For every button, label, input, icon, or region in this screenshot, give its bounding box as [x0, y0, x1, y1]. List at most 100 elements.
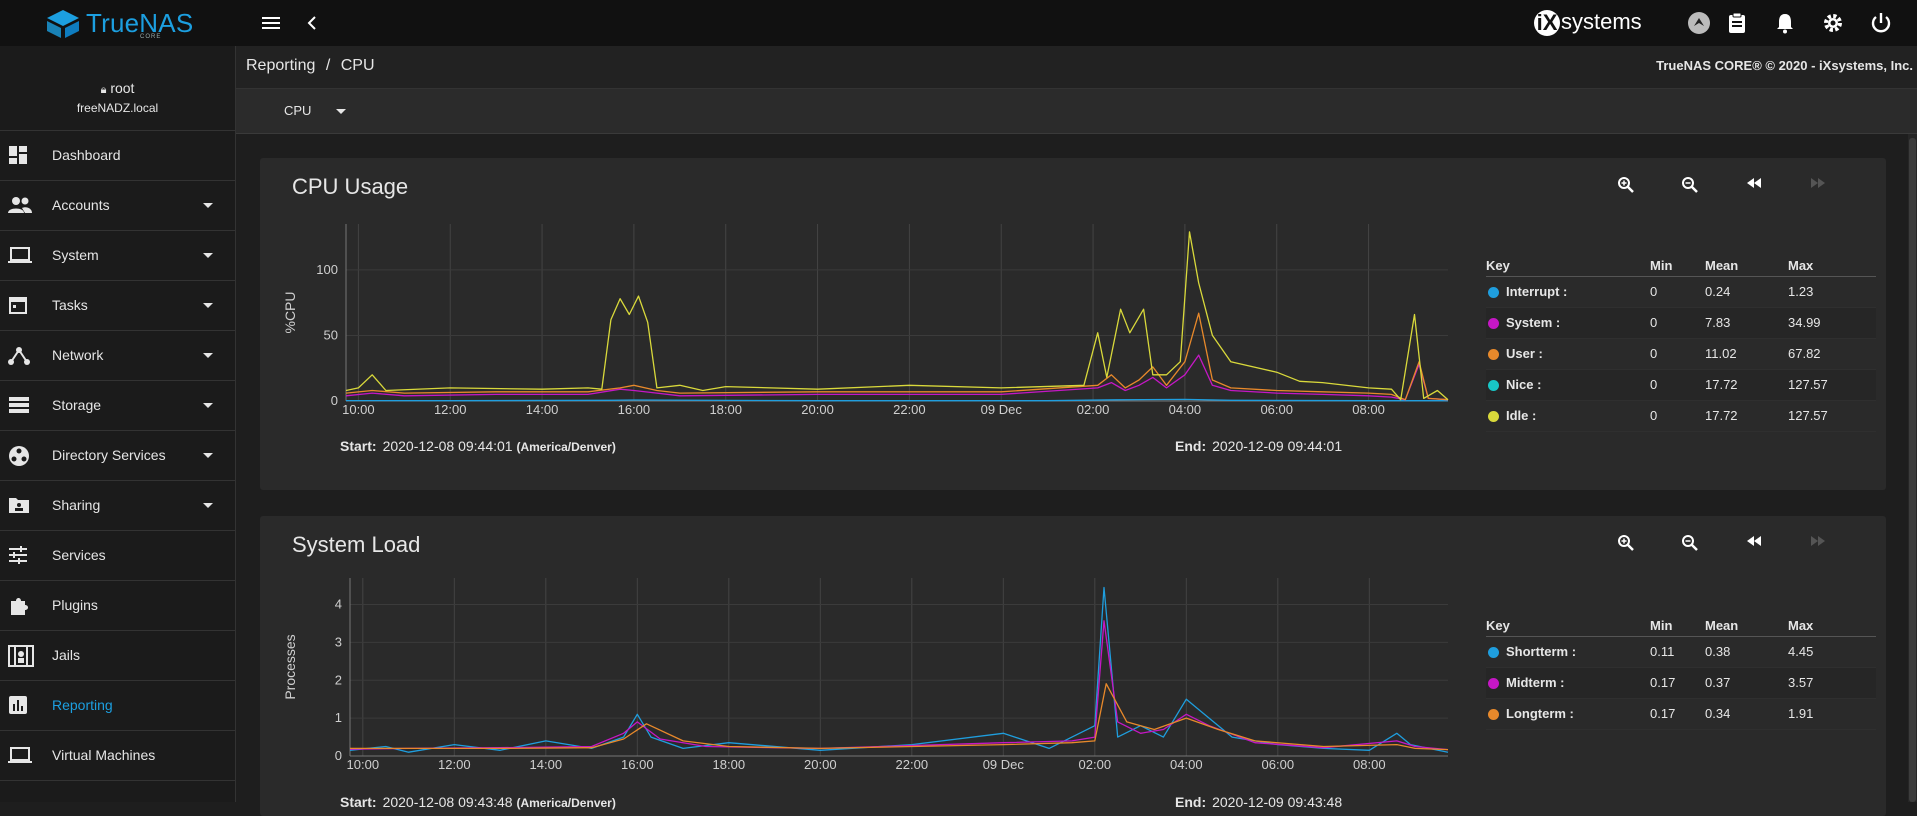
clipboard-icon: [1729, 12, 1745, 33]
legend-row[interactable]: Nice : 0 17.72 127.57: [1486, 370, 1876, 401]
sidebar-item-jails[interactable]: Jails: [0, 631, 235, 681]
series-line-shortterm: [349, 586, 1449, 753]
legend-row[interactable]: Midterm : 0.17 0.37 3.57: [1486, 668, 1876, 699]
zoom-out-button[interactable]: [1681, 176, 1707, 200]
settings-button[interactable]: [1820, 10, 1846, 36]
legend-header-mean: Mean: [1705, 618, 1739, 633]
legend-row[interactable]: Longterm : 0.17 0.34 1.91: [1486, 699, 1876, 730]
power-icon: [1871, 13, 1891, 33]
puzzle-icon: [8, 595, 30, 617]
legend-row[interactable]: User : 0 11.02 67.82: [1486, 339, 1876, 370]
legend-series-name: User :: [1506, 346, 1543, 361]
breadcrumb-parent[interactable]: Reporting: [246, 57, 315, 74]
step-forward-button[interactable]: [1809, 534, 1835, 558]
collapse-sidebar-button[interactable]: [299, 10, 325, 36]
sidebar-item-dashboard[interactable]: Dashboard: [0, 131, 235, 181]
start-value: 2020-12-08 09:43:48: [382, 794, 513, 810]
x-tick-label: 08:00: [1352, 402, 1385, 417]
sidebar-item-reporting[interactable]: Reporting: [0, 681, 235, 731]
breadcrumb-bar: Reporting / CPU TrueNAS CORE® © 2020 - i…: [236, 46, 1917, 89]
page-scrollbar[interactable]: [1908, 134, 1917, 802]
chevron-down-icon[interactable]: [203, 403, 213, 408]
x-tick-label: 12:00: [438, 757, 471, 772]
truecommand-button[interactable]: [1686, 10, 1712, 36]
sidebar-item-network[interactable]: Network: [0, 331, 235, 381]
sidebar-item-storage[interactable]: Storage: [0, 381, 235, 431]
legend-row[interactable]: Shortterm : 0.11 0.38 4.45: [1486, 637, 1876, 668]
x-tick-label: 18:00: [713, 757, 746, 772]
truenas-logo[interactable]: TrueNAS CORE: [44, 6, 194, 42]
scroll-thumb[interactable]: [1909, 138, 1916, 802]
end-value: 2020-12-09 09:44:01: [1212, 438, 1343, 454]
chevron-down-icon[interactable]: [203, 453, 213, 458]
sidebar-item-label: Directory Services: [52, 447, 166, 463]
legend-color-dot: [1488, 318, 1499, 329]
x-tick-label: 09 Dec: [983, 757, 1025, 772]
zoom-out-button[interactable]: [1681, 534, 1707, 558]
rewind-icon: [1747, 536, 1761, 546]
legend-header-key: Key: [1486, 258, 1510, 273]
sidebar-item-directory-services[interactable]: Directory Services: [0, 431, 235, 481]
chevron-down-icon[interactable]: [203, 353, 213, 358]
legend-series-name: Idle :: [1506, 408, 1537, 423]
sidebar-item-sharing[interactable]: Sharing: [0, 481, 235, 531]
task-manager-button[interactable]: [1724, 10, 1750, 36]
step-back-button[interactable]: [1745, 176, 1771, 200]
power-button[interactable]: [1868, 10, 1894, 36]
x-tick-label: 14:00: [530, 757, 563, 772]
x-tick-label: 20:00: [801, 402, 834, 417]
legend-color-dot: [1488, 349, 1499, 360]
rewind-icon: [1747, 178, 1761, 188]
dashboard-icon: [8, 145, 30, 167]
zoom-in-button[interactable]: [1617, 176, 1643, 200]
legend-header-key: Key: [1486, 618, 1510, 633]
sidebar-item-plugins[interactable]: Plugins: [0, 581, 235, 631]
legend-max-value: 1.91: [1788, 706, 1814, 721]
legend-mean-value: 0.37: [1705, 675, 1731, 690]
zoom-in-button[interactable]: [1617, 534, 1643, 558]
accounts-icon: [8, 195, 32, 217]
legend-color-dot: [1488, 647, 1499, 658]
step-forward-button[interactable]: [1809, 176, 1835, 200]
legend-row[interactable]: Idle : 0 17.72 127.57: [1486, 401, 1876, 432]
legend-min-value: 0: [1650, 346, 1658, 361]
legend-series-name: Interrupt :: [1506, 284, 1568, 299]
sidebar-item-system[interactable]: System: [0, 231, 235, 281]
series-line-user: [345, 312, 1449, 401]
end-label: End:: [1175, 794, 1207, 810]
line-chart: 10:00 12:00 14:00 16:00 18:00 20:00 22:00 09 De…: [282, 578, 1449, 772]
cpu-usage-card: CPU Usage 10:00 12:00 14:00 16:00 18:00 20:00 2…: [260, 158, 1886, 490]
hamburger-icon: [262, 17, 280, 29]
timezone: (America/Denver): [516, 796, 616, 810]
step-back-button[interactable]: [1745, 534, 1771, 558]
x-tick-label: 20:00: [804, 757, 837, 772]
legend-header: Key Min Mean Max: [1486, 254, 1876, 277]
legend-row[interactable]: Interrupt : 0 0.24 1.23: [1486, 277, 1876, 308]
legend-mean-value: 0.38: [1705, 644, 1731, 659]
timezone: (America/Denver): [516, 440, 616, 454]
menu-toggle-button[interactable]: [258, 10, 284, 36]
sidebar-item-services[interactable]: Services: [0, 531, 235, 581]
legend-color-dot: [1488, 411, 1499, 422]
sidebar-item-virtual-machines[interactable]: Virtual Machines: [0, 731, 235, 781]
legend-mean-value: 11.02: [1705, 346, 1737, 361]
series-line-midterm: [349, 620, 1449, 751]
chevron-down-icon[interactable]: [203, 303, 213, 308]
sidebar-item-tasks[interactable]: Tasks: [0, 281, 235, 331]
sidebar-item-accounts[interactable]: Accounts: [0, 181, 235, 231]
chevron-down-icon[interactable]: [203, 503, 213, 508]
x-tick-label: 22:00: [893, 402, 926, 417]
x-tick-label: 04:00: [1169, 402, 1202, 417]
legend-min-value: 0.17: [1650, 706, 1676, 721]
calendar-icon: [8, 295, 30, 317]
chevron-down-icon[interactable]: [203, 253, 213, 258]
alerts-button[interactable]: [1772, 10, 1798, 36]
x-tick-label: 22:00: [896, 757, 929, 772]
legend-row[interactable]: System : 0 7.83 34.99: [1486, 308, 1876, 339]
ixsystems-logo[interactable]: iX systems: [1534, 8, 1642, 36]
lock-icon: 🔒︎: [100, 84, 107, 96]
report-type-select[interactable]: CPU: [276, 89, 356, 133]
x-tick-label: 04:00: [1170, 757, 1203, 772]
chevron-down-icon[interactable]: [203, 203, 213, 208]
report-type-value: CPU: [284, 103, 312, 118]
